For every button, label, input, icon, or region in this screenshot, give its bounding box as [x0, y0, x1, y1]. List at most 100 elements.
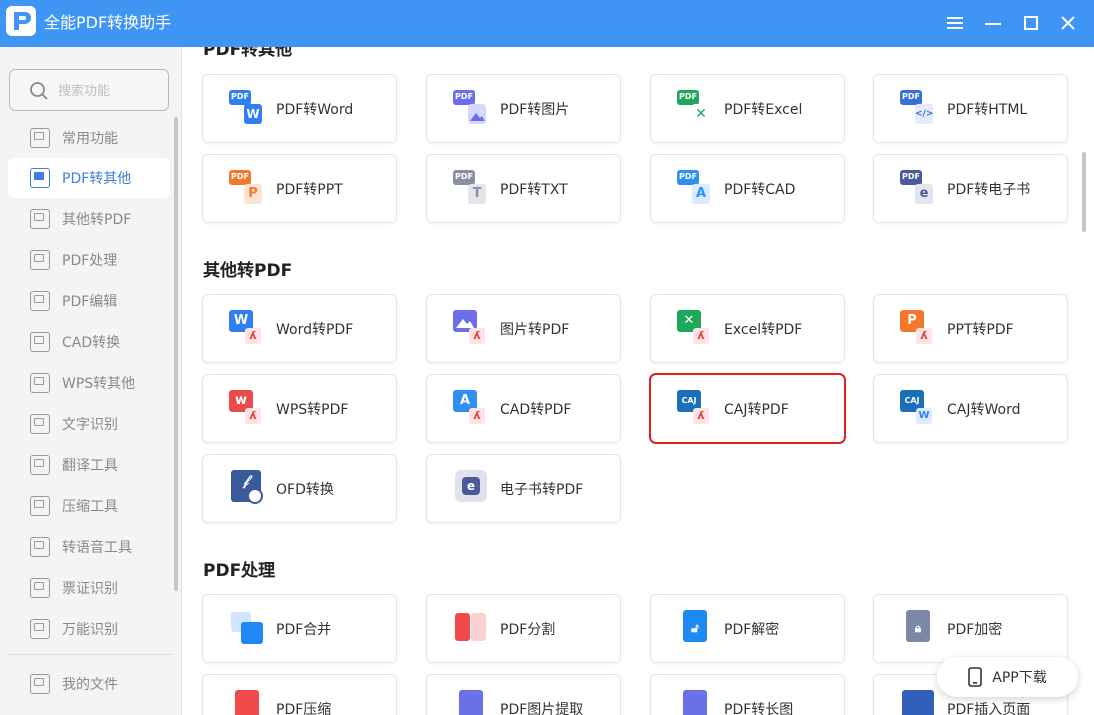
card-pdf-merge[interactable]: PDF合并	[202, 594, 397, 663]
pdf-to-word-icon: PDF W	[229, 90, 267, 128]
card-label: PDF插入页面	[947, 702, 1031, 715]
card-label: PDF转CAD	[724, 182, 796, 198]
sidebar-scrollbar[interactable]	[174, 117, 178, 591]
pdf-compress-icon	[229, 690, 267, 715]
sidebar-item-label: 我的文件	[62, 676, 118, 693]
card-pdf-to-word[interactable]: PDF W PDF转Word	[202, 74, 397, 143]
card-label: 电子书转PDF	[500, 482, 584, 498]
sidebar-item-label: CAD转换	[62, 334, 121, 351]
card-label: PPT转PDF	[947, 322, 1014, 338]
sidebar-item-common[interactable]: 常用功能	[0, 117, 176, 158]
card-pdf-to-ebook[interactable]: PDF e PDF转电子书	[873, 154, 1068, 223]
sidebar-item-wps[interactable]: WPS转其他	[0, 362, 176, 403]
ebook-to-pdf-icon: e	[453, 470, 491, 508]
card-ofd-convert[interactable]: 𝒻 OFD转换	[202, 454, 397, 523]
pdf-to-excel-icon: PDF ✕	[677, 90, 715, 128]
sidebar-item-universal[interactable]: 万能识别	[0, 608, 176, 649]
card-label: PDF转长图	[724, 702, 794, 715]
ticket-recognition-icon	[30, 577, 50, 598]
card-pdf-decrypt[interactable]: 🔓︎ PDF解密	[650, 594, 845, 663]
card-ppt-to-pdf[interactable]: Pʎ PPT转PDF	[873, 294, 1068, 363]
search-input[interactable]	[58, 80, 158, 102]
pdf-to-long-image-icon	[677, 690, 715, 715]
sidebar-item-label: 翻译工具	[62, 457, 118, 474]
card-ebook-to-pdf[interactable]: e 电子书转PDF	[426, 454, 621, 523]
sidebar-item-translate[interactable]: 翻译工具	[0, 444, 176, 485]
sidebar-item-ticket[interactable]: 票证识别	[0, 567, 176, 608]
minimize-icon[interactable]	[980, 10, 1006, 36]
maximize-icon[interactable]	[1018, 10, 1044, 36]
sidebar-item-pdf-to-other[interactable]: PDF转其他	[8, 158, 170, 198]
card-pdf-to-excel[interactable]: PDF ✕ PDF转Excel	[650, 74, 845, 143]
sidebar-item-other-to-pdf[interactable]: 其他转PDF	[0, 198, 176, 239]
sidebar-item-label: 文字识别	[62, 416, 118, 433]
sidebar-item-compress[interactable]: 压缩工具	[0, 485, 176, 526]
app-download-button[interactable]: APP下载	[937, 657, 1078, 697]
main-content: PDF转其他 PDF W PDF转Word PDF PDF转图片 PDF ✕ PDF…	[183, 47, 1094, 715]
pdf-to-ppt-icon: PDF P	[229, 170, 267, 208]
card-pdf-to-ppt[interactable]: PDF P PDF转PPT	[202, 154, 397, 223]
sidebar-item-pdf-processing[interactable]: PDF处理	[0, 239, 176, 280]
other-to-pdf-icon	[30, 208, 50, 229]
sidebar-item-label: WPS转其他	[62, 375, 136, 392]
card-label: PDF加密	[947, 622, 1003, 638]
search-icon	[30, 82, 48, 100]
sidebar-item-label: 万能识别	[62, 621, 118, 638]
card-pdf-image-extract[interactable]: PDF图片提取	[426, 674, 621, 715]
title-bar: 全能PDF转换助手	[0, 0, 1094, 47]
sidebar-item-ocr[interactable]: 文字识别	[0, 403, 176, 444]
card-caj-to-pdf[interactable]: CAJ ʎ CAJ转PDF	[649, 373, 846, 444]
card-label: PDF转TXT	[500, 182, 568, 198]
word-to-pdf-icon: Wʎ	[229, 310, 267, 348]
card-label: PDF图片提取	[500, 702, 584, 715]
close-icon[interactable]	[1055, 10, 1081, 36]
app-download-label: APP下载	[992, 670, 1047, 686]
translate-icon	[30, 454, 50, 475]
app-logo-icon	[6, 6, 36, 36]
sidebar-item-cad[interactable]: CAD转换	[0, 321, 176, 362]
content-scrollbar[interactable]	[1082, 152, 1086, 232]
app-title: 全能PDF转换助手	[44, 13, 172, 32]
card-pdf-to-cad[interactable]: PDF A PDF转CAD	[650, 154, 845, 223]
image-to-pdf-icon: ʎ	[453, 310, 491, 348]
card-label: Excel转PDF	[724, 322, 803, 338]
card-cad-to-pdf[interactable]: Aʎ CAD转PDF	[426, 374, 621, 443]
card-label: PDF转图片	[500, 102, 570, 118]
card-pdf-encrypt[interactable]: 🔒︎ PDF加密	[873, 594, 1068, 663]
card-label: 图片转PDF	[500, 322, 570, 338]
card-wps-to-pdf[interactable]: wʎ WPS转PDF	[202, 374, 397, 443]
card-label: OFD转换	[276, 482, 334, 498]
section-title-pdf-to-other: PDF转其他	[203, 47, 293, 60]
text-to-speech-icon	[30, 536, 50, 557]
card-pdf-to-image[interactable]: PDF PDF转图片	[426, 74, 621, 143]
sidebar-item-my-files[interactable]: 我的文件	[0, 663, 176, 704]
my-files-icon	[30, 673, 50, 694]
pdf-split-icon	[453, 610, 491, 648]
card-label: PDF转Excel	[724, 102, 803, 118]
menu-icon[interactable]	[942, 10, 968, 36]
sidebar-item-label: 常用功能	[62, 130, 118, 147]
pdf-merge-icon	[229, 610, 267, 648]
card-label: PDF转Word	[276, 102, 354, 118]
caj-to-word-icon: CAJ W	[900, 390, 938, 428]
card-caj-to-word[interactable]: CAJ W CAJ转Word	[873, 374, 1068, 443]
card-excel-to-pdf[interactable]: ✕ ʎ Excel转PDF	[650, 294, 845, 363]
card-label: WPS转PDF	[276, 402, 349, 418]
sidebar-item-tts[interactable]: 转语音工具	[0, 526, 176, 567]
phone-icon	[968, 667, 983, 687]
card-pdf-to-txt[interactable]: PDF T PDF转TXT	[426, 154, 621, 223]
sidebar-item-label: PDF编辑	[62, 293, 118, 310]
card-word-to-pdf[interactable]: Wʎ Word转PDF	[202, 294, 397, 363]
sidebar-nav: 常用功能 PDF转其他 其他转PDF PDF处理 PDF编辑 CAD转换 WPS…	[0, 117, 176, 649]
card-label: PDF合并	[276, 622, 332, 638]
excel-to-pdf-icon: ✕ ʎ	[677, 310, 715, 348]
card-pdf-to-long-image[interactable]: PDF转长图	[650, 674, 845, 715]
sidebar-item-pdf-edit[interactable]: PDF编辑	[0, 280, 176, 321]
card-pdf-compress[interactable]: PDF压缩	[202, 674, 397, 715]
card-pdf-to-html[interactable]: PDF </> PDF转HTML	[873, 74, 1068, 143]
pdf-to-txt-icon: PDF T	[453, 170, 491, 208]
card-label: CAJ转Word	[947, 402, 1021, 418]
card-image-to-pdf[interactable]: ʎ 图片转PDF	[426, 294, 621, 363]
card-pdf-split[interactable]: PDF分割	[426, 594, 621, 663]
search-box[interactable]	[9, 69, 169, 111]
